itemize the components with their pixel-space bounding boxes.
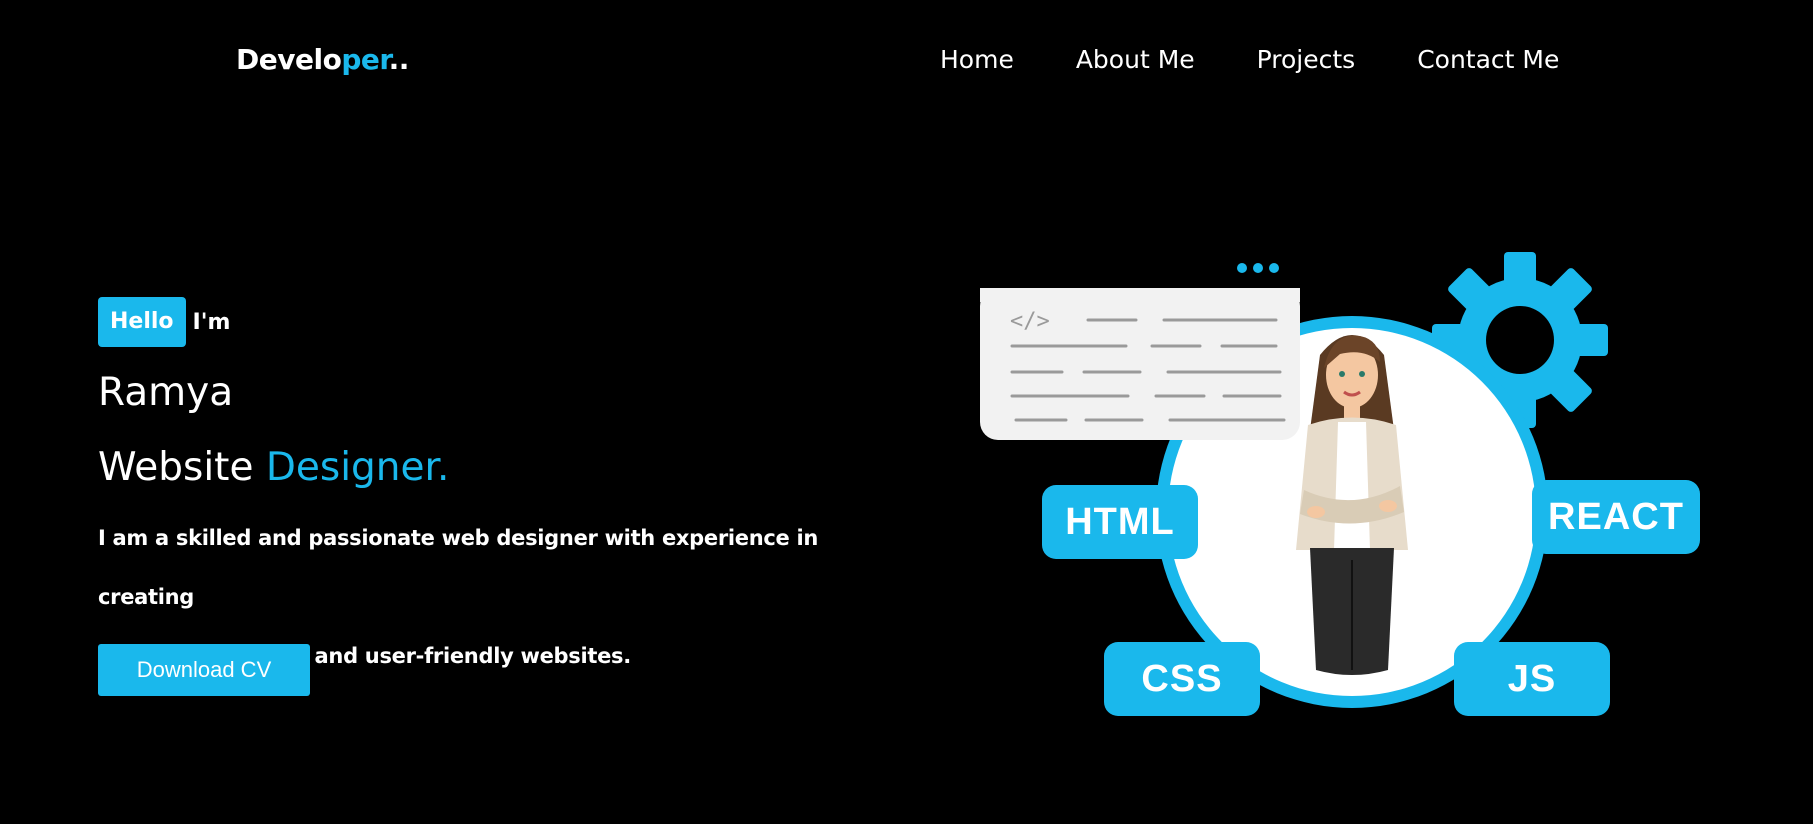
description-line-1: I am a skilled and passionate web design…: [98, 526, 819, 609]
logo[interactable]: Developer..: [236, 42, 409, 78]
hero-illustration: </> HTML REACT CSS JS: [960, 250, 1720, 730]
code-window: </>: [980, 263, 1300, 440]
page: Developer.. Home About Me Projects Conta…: [0, 0, 1813, 824]
logo-main: Develo: [236, 43, 342, 76]
hello-badge: Hello: [98, 297, 186, 347]
js-tag: JS: [1454, 642, 1610, 716]
logo-accent: per: [341, 43, 389, 76]
css-tag: CSS: [1104, 642, 1260, 716]
react-tag: REACT: [1532, 480, 1700, 554]
im-text: I'm: [192, 309, 231, 335]
hero-role: Website Designer.: [98, 444, 449, 492]
nav-home[interactable]: Home: [940, 44, 1014, 76]
hero-name: Ramya: [98, 370, 234, 415]
nav-contact-me[interactable]: Contact Me: [1417, 44, 1559, 76]
logo-suffix: ..: [388, 43, 410, 76]
download-cv-button[interactable]: Download CV: [98, 644, 310, 696]
code-tag-icon: </>: [1010, 309, 1050, 334]
greeting-row: Hello I'm: [98, 297, 858, 347]
role-prefix: Website: [98, 445, 266, 490]
html-tag: HTML: [1042, 485, 1198, 559]
role-accent: Designer.: [265, 445, 450, 490]
main-nav: Home About Me Projects Contact Me: [940, 44, 1559, 76]
nav-about-me[interactable]: About Me: [1076, 44, 1195, 76]
hero-intro: Hello I'm Ramya Website Designer. I am a…: [98, 297, 858, 696]
nav-projects[interactable]: Projects: [1257, 44, 1356, 76]
